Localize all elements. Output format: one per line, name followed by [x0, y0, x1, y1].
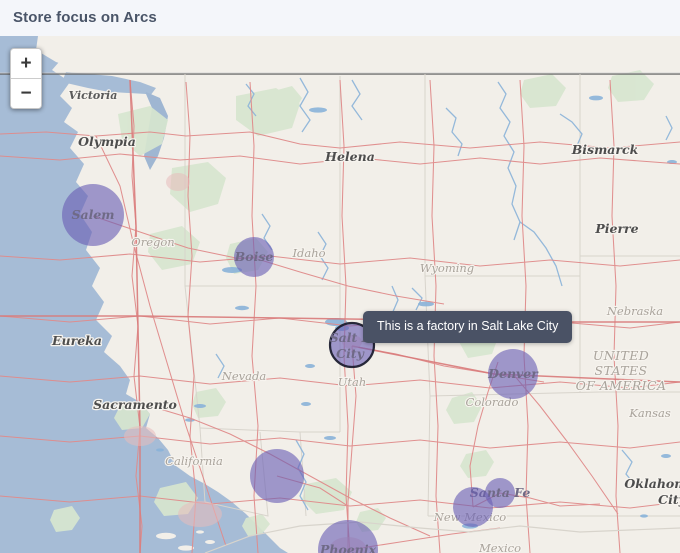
region-label: Idaho — [291, 246, 325, 260]
region-label: Utah — [338, 375, 367, 389]
country-label-line: STATES — [595, 363, 648, 378]
region-label: Nevada — [221, 369, 267, 383]
marker-label: Phoenix — [319, 542, 377, 553]
zoom-control[interactable]: + − — [10, 48, 42, 109]
marker-circle[interactable] — [250, 449, 304, 503]
region-label: Wyoming — [420, 261, 474, 275]
zoom-out-button[interactable]: − — [11, 79, 41, 108]
city-label: Helena — [324, 149, 375, 164]
map-application: Store focus on Arcs Oregon Idaho Wyoming… — [0, 0, 680, 553]
store-marker-las-vegas[interactable] — [250, 449, 304, 503]
marker-label: Boise — [234, 249, 274, 264]
store-marker-salem[interactable]: Salem — [62, 184, 124, 246]
page-title: Store focus on Arcs — [13, 9, 157, 26]
city-label: City — [658, 492, 680, 507]
map-canvas[interactable]: Oregon Idaho Wyoming Nebraska Nevada Utah Colo… — [0, 36, 680, 553]
country-label-line: OF AMERICA — [576, 378, 667, 393]
region-label: Kansas — [628, 406, 671, 420]
country-label-line: UNITED — [593, 348, 649, 363]
city-label: Sacramento — [93, 397, 177, 412]
store-marker-boise[interactable]: Boise — [234, 237, 274, 277]
marker-label: Salem — [71, 207, 114, 222]
marker-circle[interactable] — [453, 487, 493, 527]
marker-label: City — [336, 346, 364, 361]
zoom-in-button[interactable]: + — [11, 49, 41, 79]
city-label: Olympia — [78, 134, 136, 149]
region-label: California — [165, 454, 223, 468]
city-label: Victoria — [69, 89, 118, 102]
city-label: Bismarck — [571, 142, 639, 157]
city-label: Oklahoma — [624, 476, 680, 491]
store-marker-salt-lake-city[interactable]: Salt LCity — [328, 321, 376, 369]
region-label: Mexico — [478, 541, 521, 553]
page-header: Store focus on Arcs — [0, 0, 680, 36]
region-label: Nebraska — [606, 304, 663, 318]
store-marker-albuquerque[interactable] — [453, 487, 493, 527]
city-label: Pierre — [594, 221, 638, 236]
marker-label: Denver — [487, 366, 539, 381]
city-label: Eureka — [51, 333, 102, 348]
map-tile-layer: Oregon Idaho Wyoming Nebraska Nevada Utah Colo… — [0, 36, 680, 553]
map-graphics: OregonIdahoWyomingNebraskaNevada UtahColo… — [0, 36, 680, 553]
region-label: Oregon — [131, 235, 174, 249]
marker-label: Salt L — [330, 330, 371, 345]
